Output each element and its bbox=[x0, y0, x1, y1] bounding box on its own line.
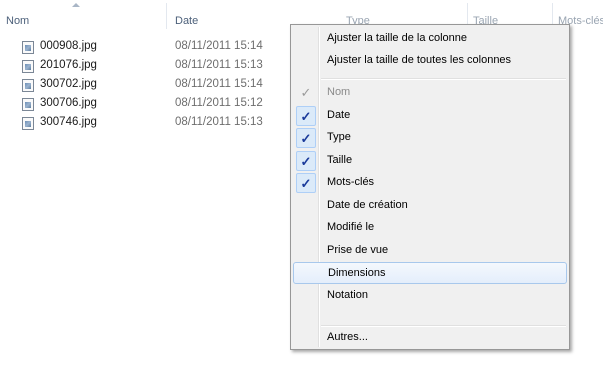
checkmark-icon: ✓ bbox=[296, 128, 316, 148]
menu-item-column-toggle[interactable]: Notation bbox=[293, 285, 567, 307]
column-header-date[interactable]: Date bbox=[175, 14, 285, 28]
menu-item-column-toggle[interactable]: ✓ Type bbox=[293, 127, 567, 149]
checkmark-icon: ✓ bbox=[296, 173, 316, 193]
menu-item-size-column[interactable]: Ajuster la taille de la colonne bbox=[293, 28, 567, 50]
menu-item-label: Dimensions bbox=[328, 267, 386, 279]
menu-separator bbox=[321, 78, 566, 80]
file-name: 300706.jpg bbox=[40, 97, 97, 109]
menu-item-column-toggle: ✓ Nom bbox=[293, 82, 567, 104]
menu-item-column-toggle[interactable]: Prise de vue bbox=[293, 240, 567, 262]
file-name: 201076.jpg bbox=[40, 59, 97, 71]
menu-item-label: Ajuster la taille de la colonne bbox=[327, 32, 468, 44]
file-row[interactable]: 201076.jpg 08/11/2011 15:13 bbox=[20, 58, 290, 76]
checkmark-icon: ✓ bbox=[300, 85, 312, 100]
file-row[interactable]: 000908.jpg 08/11/2011 15:14 bbox=[20, 39, 290, 57]
menu-item-label: Prise de vue bbox=[327, 243, 389, 256]
image-file-icon bbox=[22, 60, 34, 73]
file-row[interactable]: 300706.jpg 08/11/2011 15:12 bbox=[20, 96, 290, 114]
image-file-icon bbox=[22, 98, 34, 111]
menu-item-size-all-columns[interactable]: Ajuster la taille de toutes les colonnes bbox=[293, 50, 567, 72]
menu-item-label: Notation bbox=[327, 288, 368, 301]
file-date: 08/11/2011 15:14 bbox=[175, 40, 263, 52]
image-file-icon bbox=[22, 117, 34, 130]
menu-item-label: Mots-clés bbox=[327, 176, 375, 188]
menu-item-column-toggle[interactable]: Dimensions bbox=[293, 262, 567, 284]
file-row[interactable]: 300746.jpg 08/11/2011 15:13 bbox=[20, 115, 290, 133]
menu-item-label: Ajuster la taille de toutes les colonnes bbox=[327, 54, 512, 66]
file-date: 08/11/2011 15:13 bbox=[175, 59, 263, 71]
menu-item-label: Taille bbox=[327, 153, 353, 166]
menu-item-column-toggle[interactable]: Modifié le bbox=[293, 217, 567, 239]
file-date: 08/11/2011 15:13 bbox=[175, 116, 263, 128]
file-row[interactable]: 300702.jpg 08/11/2011 15:14 bbox=[20, 77, 290, 95]
menu-item-label: Modifié le bbox=[327, 221, 375, 233]
file-date: 08/11/2011 15:12 bbox=[175, 97, 263, 109]
column-header-name[interactable]: Nom bbox=[6, 14, 156, 28]
menu-item-label: Date de création bbox=[327, 198, 408, 211]
menu-item-column-toggle[interactable]: ✓ Date bbox=[293, 105, 567, 127]
menu-item-column-toggle[interactable]: ✓ Taille bbox=[293, 150, 567, 172]
menu-item-label: Type bbox=[327, 131, 351, 143]
column-context-menu: Ajuster la taille de la colonne Ajuster … bbox=[290, 24, 570, 350]
checkmark-icon: ✓ bbox=[296, 150, 316, 171]
column-divider[interactable] bbox=[166, 3, 167, 29]
menu-item-label: Autres... bbox=[327, 331, 368, 343]
menu-item-label: Date bbox=[327, 108, 351, 121]
checkmark-icon: ✓ bbox=[296, 105, 316, 126]
image-file-icon bbox=[22, 79, 34, 92]
file-name: 000908.jpg bbox=[40, 40, 97, 52]
menu-item-column-toggle[interactable]: Date de création bbox=[293, 195, 567, 217]
menu-item-label: Nom bbox=[327, 86, 351, 98]
file-name: 300746.jpg bbox=[40, 116, 97, 128]
file-name: 300702.jpg bbox=[40, 78, 97, 90]
menu-item-more[interactable]: Autres... bbox=[293, 327, 567, 349]
menu-item-column-toggle[interactable]: ✓ Mots-clés bbox=[293, 172, 567, 194]
sort-ascending-icon bbox=[72, 3, 80, 7]
image-file-icon bbox=[22, 41, 34, 54]
file-date: 08/11/2011 15:14 bbox=[175, 78, 263, 90]
